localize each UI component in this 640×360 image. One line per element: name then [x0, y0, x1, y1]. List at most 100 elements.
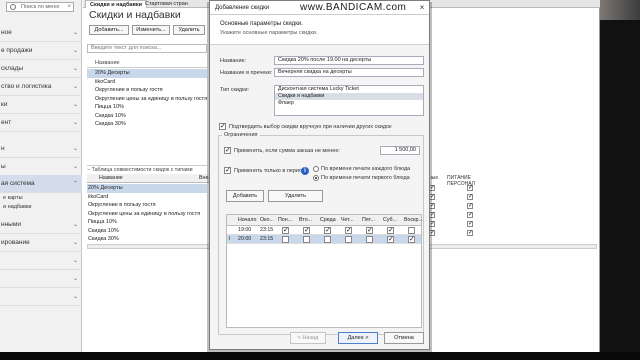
- day-checkbox[interactable]: ✓: [408, 236, 415, 243]
- back-button[interactable]: < Назад: [290, 332, 326, 344]
- day-checkbox[interactable]: [324, 236, 331, 243]
- next-button[interactable]: Далее >: [338, 332, 378, 344]
- period-checkbox[interactable]: ✓: [224, 167, 231, 174]
- chevron-down-icon: ⌄: [72, 30, 78, 36]
- table-row[interactable]: Округление в пользу гостя: [87, 201, 207, 210]
- sidebar-item-empty-2[interactable]: ⌄: [0, 270, 82, 288]
- sidebar-item-3[interactable]: склады ⌄: [0, 60, 82, 78]
- col-end[interactable]: Око...: [258, 215, 276, 225]
- compat-checkbox[interactable]: ✓: [467, 230, 473, 236]
- day-checkbox[interactable]: ✓: [324, 227, 331, 234]
- list-item[interactable]: Округление цены за единицу в пользу гост…: [87, 95, 207, 104]
- table-row[interactable]: Скидка 10%: [87, 227, 207, 236]
- receipt-name-field[interactable]: Вечерняя скидка на десерты: [274, 68, 424, 77]
- sidebar-item-8[interactable]: ы ⌄: [0, 158, 82, 176]
- col-sun[interactable]: Воскр...: [402, 215, 423, 225]
- day-checkbox[interactable]: [408, 227, 415, 234]
- compat-checkbox[interactable]: ✓: [467, 221, 473, 227]
- list-item[interactable]: Пицца 10%: [87, 103, 207, 112]
- list-search-input[interactable]: Введите текст для поиска...: [87, 44, 207, 53]
- sidebar-item-4[interactable]: ство и логистика ⌄: [0, 78, 82, 96]
- tab-start-page[interactable]: Стартовая стран: [141, 0, 192, 8]
- table-row[interactable]: Пицца 10%: [87, 218, 207, 227]
- col-start[interactable]: Начало: [236, 215, 258, 225]
- cell-start[interactable]: 19:00: [236, 226, 258, 234]
- compat-table-header[interactable]: − Таблица совместимости скидок с типами …: [87, 165, 207, 181]
- period-table-header: Начало Око... Пон... Вто... Среда Чет...…: [227, 215, 423, 226]
- name-field[interactable]: Скидка 20% после 19.00 на десерты: [274, 56, 424, 65]
- sidebar-subitem-cards[interactable]: е карты: [0, 194, 82, 203]
- day-checkbox[interactable]: ✓: [366, 227, 373, 234]
- col-wed[interactable]: Среда: [318, 215, 339, 225]
- list-item[interactable]: Скидка 30%: [87, 120, 207, 129]
- clear-icon[interactable]: ×: [67, 3, 71, 11]
- delete-button[interactable]: Удалить: [173, 25, 205, 35]
- day-checkbox[interactable]: [366, 236, 373, 243]
- compat-checkbox[interactable]: ✓: [467, 212, 473, 218]
- list-item[interactable]: Округление в пользу гостя: [87, 86, 207, 95]
- day-checkbox[interactable]: ✓: [282, 227, 289, 234]
- period-delete-button[interactable]: Удалить: [268, 190, 323, 202]
- day-checkbox[interactable]: ✓: [387, 227, 394, 234]
- compat-checkbox[interactable]: ✓: [467, 185, 473, 191]
- cell-end[interactable]: 23:15: [258, 235, 276, 243]
- sidebar-item-label: ы: [1, 163, 6, 170]
- sidebar-subitem-discounts[interactable]: и надбавки: [0, 203, 82, 212]
- period-row-1[interactable]: 19:00 23:15 ✓ ✓ ✓ ✓ ✓ ✓: [227, 226, 421, 235]
- confirm-manual-checkbox[interactable]: ✓: [219, 123, 226, 130]
- list-item[interactable]: Скидка 10%: [87, 112, 207, 121]
- day-checkbox[interactable]: ✓: [387, 236, 394, 243]
- min-sum-checkbox[interactable]: ✓: [224, 147, 231, 154]
- sidebar-item-11[interactable]: ирование ⌄: [0, 234, 82, 252]
- day-checkbox[interactable]: [282, 236, 289, 243]
- table-row[interactable]: Скидка 30%: [87, 235, 207, 244]
- dialog-header: Основные параметры скидки. Укажите основ…: [210, 15, 429, 45]
- close-icon[interactable]: ×: [415, 1, 429, 15]
- list-item[interactable]: iikoCard: [87, 78, 207, 87]
- table-row[interactable]: iikoCard: [87, 193, 207, 202]
- sidebar-item-empty-1[interactable]: ⌄: [0, 252, 82, 270]
- add-button[interactable]: Добавить...: [89, 25, 129, 35]
- day-checkbox[interactable]: [345, 236, 352, 243]
- sidebar-item-2[interactable]: е продажи ⌄: [0, 42, 82, 60]
- table-row[interactable]: Округление цены за единицу в пользу гост…: [87, 210, 207, 219]
- min-sum-field[interactable]: 1 500,00: [380, 146, 420, 155]
- col-thu[interactable]: Чет...: [339, 215, 360, 225]
- tab-discounts[interactable]: Скидки и надбавки: [85, 0, 148, 8]
- day-checkbox[interactable]: ✓: [345, 227, 352, 234]
- sidebar-item-10[interactable]: нными ⌄: [0, 216, 82, 234]
- list-column-header[interactable]: Название: [87, 58, 207, 68]
- day-checkbox[interactable]: [303, 236, 310, 243]
- type-option-selected[interactable]: Скидки и надбавки: [275, 93, 423, 100]
- period-row-2[interactable]: Ι 20:00 23:15 ✓ ✓: [227, 235, 421, 244]
- sidebar-item-1[interactable]: ное ⌄: [0, 24, 82, 42]
- menu-search-input[interactable]: Поиск по меню ×: [6, 2, 74, 12]
- sidebar-item-6[interactable]: ент ⌄: [0, 114, 82, 132]
- sidebar-item-7[interactable]: н ⌄: [0, 140, 82, 158]
- day-checkbox[interactable]: ✓: [303, 227, 310, 234]
- type-option[interactable]: Флаер: [275, 100, 423, 107]
- col-tue[interactable]: Вто...: [297, 215, 318, 225]
- type-option[interactable]: Дисконтная система Lucky Ticket: [275, 86, 423, 93]
- cell-start[interactable]: 20:00: [236, 235, 258, 243]
- col-fri[interactable]: Пят...: [360, 215, 381, 225]
- list-item[interactable]: 20% Десерты: [87, 69, 207, 78]
- radio-first-dish[interactable]: [313, 175, 319, 181]
- table-row[interactable]: 20% Десерты: [87, 184, 207, 193]
- sidebar-item-5[interactable]: ки ⌄: [0, 96, 82, 114]
- cell-end[interactable]: 23:15: [258, 226, 276, 234]
- cancel-button[interactable]: Отмена: [384, 332, 424, 344]
- period-add-button[interactable]: Добавить: [226, 190, 264, 202]
- grid-col-name[interactable]: Название: [99, 175, 123, 181]
- sidebar-item-9[interactable]: ая система ⌃: [0, 175, 82, 193]
- screen: Поиск по меню × ное ⌄ е продажи ⌄ склады ⌄ …: [0, 0, 640, 360]
- recorder-watermark: www.BANDICAM.com: [300, 2, 407, 13]
- sidebar-item-empty-3[interactable]: ⌄: [0, 288, 82, 306]
- compat-checkbox[interactable]: ✓: [467, 203, 473, 209]
- discount-type-list[interactable]: Дисконтная система Lucky Ticket Скидки и…: [274, 85, 424, 116]
- col-sat[interactable]: Суб...: [381, 215, 402, 225]
- col-mon[interactable]: Пон...: [276, 215, 297, 225]
- edit-button[interactable]: Изменить...: [132, 25, 170, 35]
- compat-checkbox[interactable]: ✓: [467, 194, 473, 200]
- radio-each-dish[interactable]: [313, 166, 319, 172]
